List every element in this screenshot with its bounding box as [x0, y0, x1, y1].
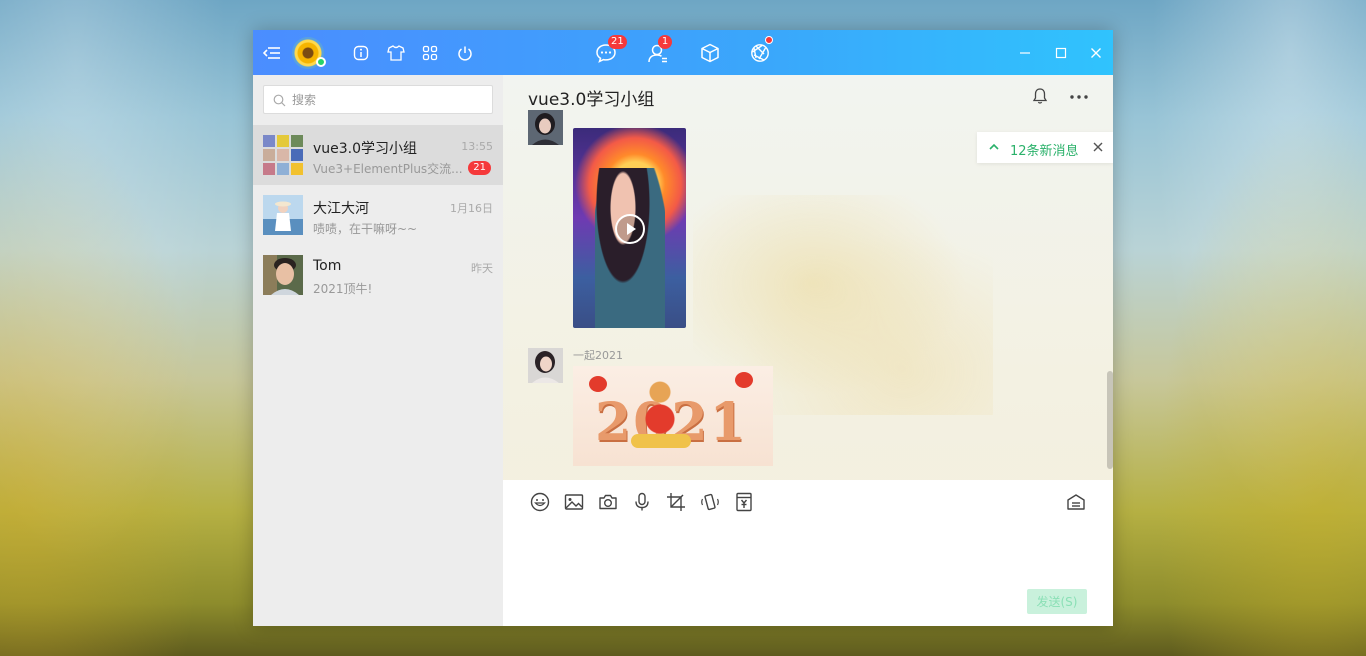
desktop-background-right — [1113, 0, 1366, 656]
microphone-icon[interactable] — [632, 492, 652, 516]
chat-window: 21 1 搜索 vue3.0学习小组 13:55 Vue3+ElementPlu… — [253, 30, 1113, 626]
sender-avatar[interactable] — [528, 348, 563, 383]
new-messages-banner[interactable]: 12条新消息 — [977, 132, 1113, 163]
search-box[interactable] — [263, 85, 493, 114]
notification-dot — [765, 36, 773, 44]
chat-item-vue3-group[interactable]: vue3.0学习小组 13:55 Vue3+ElementPlus交流... 2… — [253, 125, 503, 185]
chevron-up-icon — [989, 143, 999, 150]
send-button[interactable]: 发送(S) — [1027, 589, 1087, 614]
compose-area: 发送(S) — [503, 480, 1113, 626]
chat-time: 13:55 — [461, 140, 493, 153]
video-message[interactable] — [573, 128, 686, 328]
chat-time: 昨天 — [471, 262, 493, 275]
maximize-icon[interactable] — [1051, 30, 1071, 75]
more-icon[interactable] — [1068, 89, 1090, 108]
minimize-icon[interactable] — [1015, 30, 1035, 75]
emoji-icon[interactable] — [530, 492, 550, 516]
chat-name: 大江大河 — [313, 201, 369, 217]
desktop-background-left — [0, 0, 253, 656]
apps-icon[interactable] — [420, 30, 440, 75]
info-icon[interactable] — [352, 30, 370, 75]
image-message[interactable]: 2021 — [573, 366, 773, 466]
message-sender: 一起2021 — [573, 349, 623, 362]
sender-avatar[interactable] — [528, 110, 563, 145]
search-icon — [273, 94, 286, 107]
crop-icon[interactable] — [666, 492, 686, 516]
shirt-icon[interactable] — [386, 30, 406, 75]
menu-icon[interactable] — [261, 30, 283, 75]
video-thumbnail — [595, 168, 665, 328]
chat-history-icon[interactable] — [1066, 492, 1086, 516]
chat-item-tom[interactable]: Tom 昨天 2021顶牛! — [253, 245, 503, 305]
play-icon[interactable] — [615, 214, 645, 244]
close-icon[interactable] — [1092, 141, 1104, 153]
chat-preview: 2021顶牛! — [313, 282, 373, 296]
chat-name: vue3.0学习小组 — [313, 141, 418, 157]
lantern-decoration — [735, 372, 753, 388]
image-icon[interactable] — [564, 492, 584, 516]
chat-time: 1月16日 — [450, 202, 493, 215]
titlebar: 21 1 — [253, 30, 1113, 75]
message-scrollbar[interactable] — [1107, 371, 1113, 469]
online-status-dot — [316, 57, 326, 67]
chat-preview: 啧啧，在干嘛呀~~ — [313, 222, 418, 236]
vibrate-phone-icon[interactable] — [700, 492, 720, 516]
red-packet-icon[interactable] — [734, 492, 754, 516]
chat-item-dajiang-dahe[interactable]: 大江大河 1月16日 啧啧，在干嘛呀~~ — [253, 185, 503, 245]
chat-list-sidebar: vue3.0学习小组 13:55 Vue3+ElementPlus交流... 2… — [253, 75, 503, 626]
lantern-decoration — [589, 376, 607, 392]
cube-icon[interactable] — [697, 30, 723, 75]
unread-messages-badge: 21 — [608, 35, 627, 49]
contact-avatar — [263, 195, 303, 235]
close-icon[interactable] — [1086, 30, 1106, 75]
new-messages-text: 12条新消息 — [1010, 144, 1079, 159]
chat-preview: Vue3+ElementPlus交流... — [313, 162, 463, 176]
search-input[interactable] — [292, 86, 488, 113]
gold-ingot — [631, 434, 691, 448]
camera-icon[interactable] — [598, 492, 618, 516]
contact-avatar — [263, 255, 303, 295]
chat-name: Tom — [313, 258, 342, 274]
contact-requests-badge: 1 — [658, 35, 672, 49]
group-avatar — [263, 135, 303, 175]
conversation-title: vue3.0学习小组 — [528, 90, 655, 110]
power-icon[interactable] — [455, 30, 475, 75]
unread-badge: 21 — [468, 161, 491, 175]
ox-figure — [645, 378, 675, 442]
bell-icon[interactable] — [1031, 87, 1049, 109]
